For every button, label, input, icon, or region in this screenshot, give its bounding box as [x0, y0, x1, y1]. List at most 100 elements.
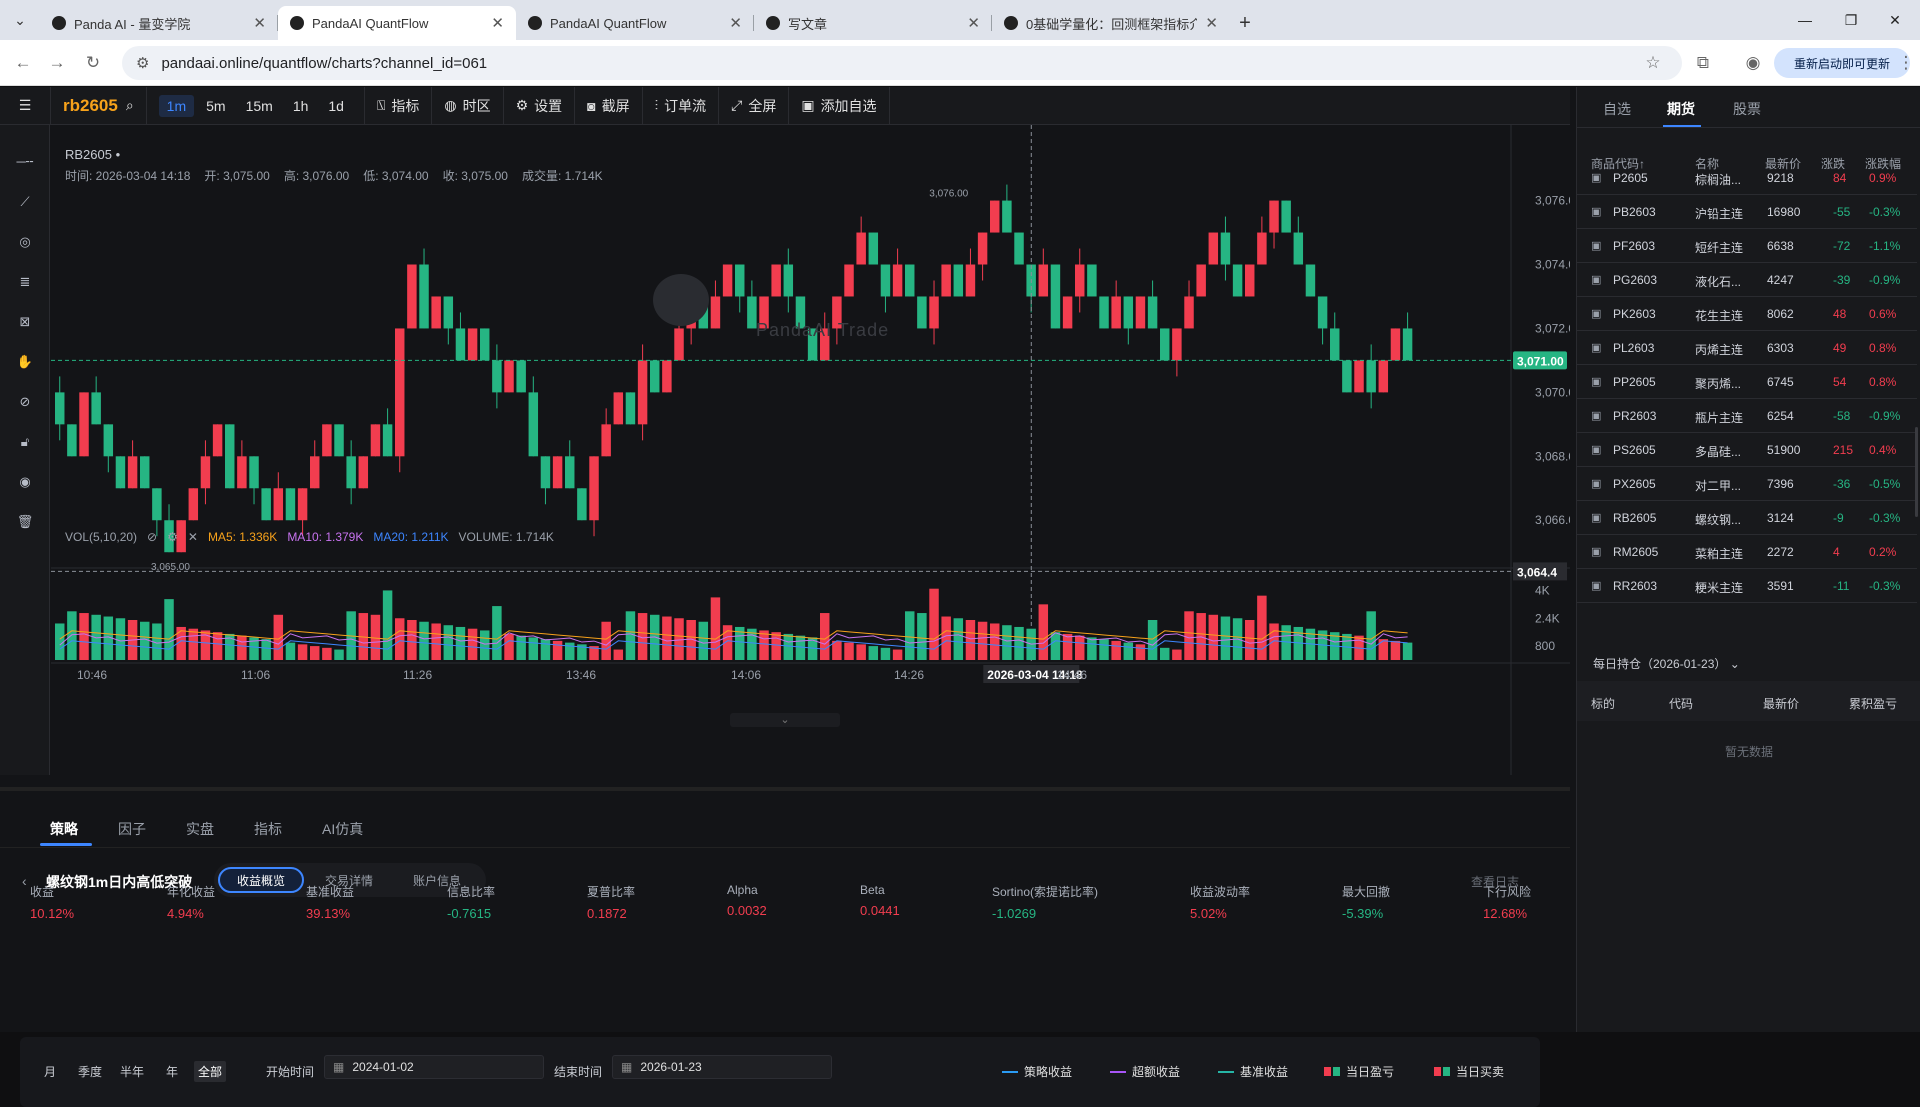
timeframe-15m[interactable]: 15m [238, 95, 281, 117]
timeframe-5m[interactable]: 5m [198, 95, 233, 117]
watchlist-scrollbar[interactable] [1915, 427, 1918, 517]
watchlist-row[interactable]: ▣ PX2605 对二甲... 7396 -36 -0.5% [1577, 467, 1917, 501]
watchlist-row[interactable]: ▣ PG2603 液化石... 4247 -39 -0.9% [1577, 263, 1917, 297]
watchlist-row[interactable]: ▣ PK2603 花生主连 8062 48 0.6% [1577, 297, 1917, 331]
bottom-tab-3[interactable]: 指标 [254, 819, 282, 839]
url-input[interactable]: ⚙ pandaai.online/quantflow/charts?channe… [122, 46, 1682, 80]
timeframe-1h[interactable]: 1h [285, 95, 317, 117]
watchlist-header-4[interactable]: 涨跌幅 [1865, 155, 1901, 172]
close-icon[interactable]: ✕ [188, 530, 198, 544]
period-2[interactable]: 半年 [120, 1063, 144, 1080]
start-date-input[interactable]: ▦ 2024-01-02 [324, 1055, 544, 1079]
end-date-input[interactable]: ▦ 2026-01-23 [612, 1055, 832, 1079]
watchlist-row[interactable]: ▣ PR2603 瓶片主连 6254 -58 -0.9% [1577, 399, 1917, 433]
eye-icon[interactable]: ◉ [12, 469, 38, 495]
watchlist-row[interactable]: ▣ PB2603 沪铅主连 16980 -55 -0.3% [1577, 195, 1917, 229]
close-icon[interactable]: ✕ [253, 14, 266, 32]
period-4[interactable]: 全部 [194, 1061, 227, 1082]
bottom-tab-2[interactable]: 实盘 [186, 819, 214, 839]
eye-off-icon[interactable]: ⊘ [147, 530, 157, 544]
window-close-icon[interactable]: ✕ [1870, 0, 1920, 40]
candle-body [407, 264, 417, 329]
indicator-button[interactable]: ⍂ 指标 [365, 86, 433, 125]
watchlist-tab-1[interactable]: 期货 [1667, 99, 1695, 119]
tab-search-chevron-icon[interactable]: ⌄ [0, 0, 40, 40]
pattern-tool-icon[interactable]: ⊠ [12, 309, 38, 335]
settings-button[interactable]: ⚙ 设置 [504, 86, 576, 125]
period-0[interactable]: 月 [44, 1063, 56, 1080]
timezone-button[interactable]: ◍ 时区 [432, 86, 504, 125]
trash-icon[interactable]: 🗑︎ [12, 509, 38, 535]
watchlist-header-1[interactable]: 名称 [1695, 155, 1719, 172]
close-icon[interactable]: ✕ [967, 14, 980, 32]
legend-item-4[interactable]: 当日买卖 [1434, 1063, 1504, 1080]
extensions-puzzle-icon[interactable]: ⧉ [1690, 50, 1716, 76]
watchlist-header-0[interactable]: 商品代码↑ [1591, 155, 1645, 172]
browser-tab-1[interactable]: PandaAI QuantFlow ✕ [278, 6, 516, 40]
watchlist-row[interactable]: ▣ PS2605 多晶硅... 51900 215 0.4% [1577, 433, 1917, 467]
legend-item-3[interactable]: 当日盈亏 [1324, 1063, 1394, 1080]
trendline-tool-icon[interactable]: ⟋ [12, 189, 38, 215]
period-3[interactable]: 年 [166, 1063, 178, 1080]
watchlist-row[interactable]: ▣ P2605 棕榈油... 9218 84 0.9% [1577, 171, 1917, 195]
close-icon[interactable]: ✕ [1205, 14, 1218, 32]
legend-item-0[interactable]: 策略收益 [1002, 1063, 1072, 1080]
back-chevron-icon[interactable]: ‹ [22, 873, 27, 889]
watchlist-row[interactable]: ▣ RB2605 螺纹钢... 3124 -9 -0.3% [1577, 501, 1917, 535]
timeframe-1m[interactable]: 1m [158, 94, 195, 117]
circle-tool-icon[interactable]: ◎ [12, 229, 38, 255]
volume-bar [674, 618, 684, 660]
symbol-search[interactable]: rb2605 ⌕ [51, 86, 147, 125]
timeframe-1d[interactable]: 1d [320, 95, 352, 117]
update-restart-button[interactable]: 重新启动即可更新 [1774, 48, 1910, 78]
magnet-tool-icon[interactable]: ⊘ [12, 389, 38, 415]
crosshair-tool-icon[interactable]: ─╌ [12, 149, 38, 175]
back-arrow-icon[interactable]: ← [10, 50, 36, 76]
period-1[interactable]: 季度 [78, 1063, 102, 1080]
bottom-tab-1[interactable]: 因子 [118, 819, 146, 839]
forward-arrow-icon[interactable]: → [44, 50, 70, 76]
subtab-0[interactable]: 收益概览 [218, 867, 304, 893]
legend-item-1[interactable]: 超额收益 [1110, 1063, 1180, 1080]
watchlist-tab-0[interactable]: 自选 [1603, 99, 1631, 119]
browser-tab-0[interactable]: Panda AI - 量变学院 ✕ [40, 6, 278, 40]
bookmark-star-icon[interactable]: ☆ [1640, 50, 1666, 76]
legend-item-2[interactable]: 基准收益 [1218, 1063, 1288, 1080]
close-icon[interactable]: ✕ [491, 14, 504, 32]
profile-avatar-icon[interactable]: ◉ [1740, 50, 1766, 76]
bottom-tab-4[interactable]: AI仿真 [322, 819, 363, 839]
watchlist-row[interactable]: ▣ RM2605 菜粕主连 2272 4 0.2% [1577, 535, 1917, 569]
watchlist-row[interactable]: ▣ RR2603 粳米主连 3591 -11 -0.3% [1577, 569, 1917, 603]
browser-tab-3[interactable]: 写文章 ✕ [754, 6, 992, 40]
bottom-tab-0[interactable]: 策略 [50, 819, 78, 839]
reload-icon[interactable]: ↻ [80, 50, 106, 76]
watchlist-row[interactable]: ▣ PL2603 丙烯主连 6303 49 0.8% [1577, 331, 1917, 365]
close-icon[interactable]: ✕ [729, 14, 742, 32]
fullscreen-button[interactable]: ⤢ 全屏 [719, 86, 790, 125]
watchlist-row[interactable]: ▣ PF2603 短纤主连 6638 -72 -1.1% [1577, 229, 1917, 263]
restore-icon[interactable]: ❐ [1826, 0, 1876, 40]
browser-tab-4[interactable]: 0基础学量化：回测框架指标介绍 ✕ [992, 6, 1230, 40]
new-tab-plus-icon[interactable]: + [1230, 6, 1260, 40]
collapse-chevron-icon[interactable]: ⌄ [730, 713, 840, 727]
gear-icon[interactable]: ⚙ [167, 530, 178, 544]
site-info-icon[interactable]: ⚙ [136, 54, 149, 72]
menu-toggle-icon[interactable]: ☰ [0, 86, 51, 125]
orderflow-button[interactable]: ⫶ 订单流 [643, 86, 720, 125]
browser-tab-2[interactable]: PandaAI QuantFlow ✕ [516, 6, 754, 40]
fib-tool-icon[interactable]: ≣ [12, 269, 38, 295]
add-watchlist-button[interactable]: ▣ 添加自选 [789, 86, 890, 125]
watchlist-header-3[interactable]: 涨跌 [1821, 155, 1845, 172]
browser-menu-icon[interactable]: ⋮ [1896, 50, 1916, 76]
candlestick-chart[interactable]: RB2605 • 时间: 2026-03-04 14:18 开: 3,075.0… [51, 125, 1570, 775]
volume-bar [601, 621, 611, 660]
holdings-title[interactable]: 每日持仓（2026-01-23） ⌄ [1593, 655, 1740, 672]
lock-icon[interactable]: 🔓︎ [12, 429, 38, 455]
minimize-icon[interactable]: — [1780, 0, 1830, 40]
watchlist-header-2[interactable]: 最新价 [1765, 155, 1801, 172]
screenshot-button[interactable]: ◙ 截屏 [575, 86, 643, 125]
hand-tool-icon[interactable]: ✋ [12, 349, 38, 375]
candle-body [419, 264, 429, 329]
watchlist-tab-2[interactable]: 股票 [1733, 99, 1761, 119]
watchlist-row[interactable]: ▣ PP2605 聚丙烯... 6745 54 0.8% [1577, 365, 1917, 399]
